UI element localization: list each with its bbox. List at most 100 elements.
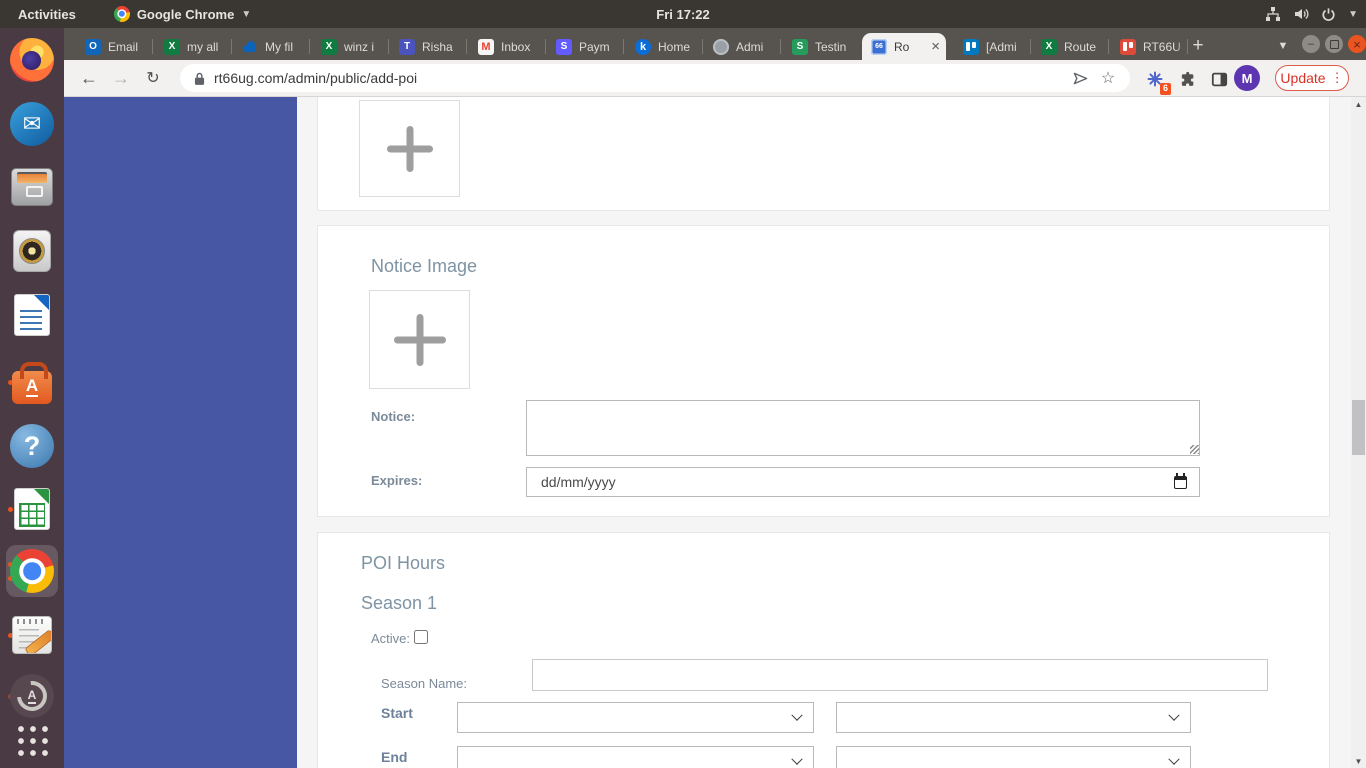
season-name-label: Season Name: — [381, 676, 467, 691]
notice-image-upload-box[interactable] — [369, 290, 470, 389]
notice-label: Notice: — [371, 409, 416, 424]
tab-label: Home — [658, 39, 691, 54]
scrollbar-thumb[interactable] — [1352, 400, 1365, 455]
chrome-update-button[interactable]: Update ⋮ — [1275, 65, 1349, 91]
tab-label: Paym — [579, 39, 610, 54]
tab-home[interactable]: Home — [626, 33, 703, 60]
notice-image-card: Notice Image Notice: Expires: — [317, 225, 1330, 517]
window-close-button[interactable]: × — [1348, 35, 1366, 53]
tab-search-chevron-icon[interactable]: ▼ — [1270, 33, 1296, 59]
rhythmbox-icon — [13, 230, 51, 272]
excel-icon — [1041, 38, 1057, 55]
section-title: Notice Image — [371, 256, 478, 276]
tab-route[interactable]: Route — [1032, 33, 1109, 60]
tab-inbox[interactable]: Inbox — [469, 33, 546, 60]
image-upload-box[interactable] — [359, 100, 460, 197]
web-page: Notice Image Notice: Expires: POI Hours … — [64, 97, 1366, 768]
dock-item-chrome[interactable] — [6, 545, 58, 597]
dock-item-files[interactable] — [6, 161, 58, 213]
power-icon — [1322, 7, 1335, 21]
tab-rt66[interactable]: RT66U — [1111, 33, 1188, 60]
scroll-up-arrow-icon[interactable]: ▲ — [1351, 97, 1366, 111]
section-title: POI Hours — [361, 553, 446, 573]
extension-icon[interactable]: 6 — [1142, 66, 1171, 95]
start-day-select[interactable] — [836, 702, 1191, 733]
app-menu-label: Google Chrome — [136, 6, 235, 22]
window-maximize-button[interactable] — [1325, 35, 1343, 53]
bookmark-star-icon[interactable]: ☆ — [1094, 68, 1122, 88]
tab-label: winz i — [344, 39, 375, 54]
software-updater-icon — [10, 674, 54, 718]
send-to-device-icon[interactable] — [1066, 71, 1094, 86]
active-checkbox[interactable] — [414, 630, 428, 644]
notice-textarea[interactable] — [526, 400, 1200, 456]
dock-item-libreoffice-calc[interactable] — [6, 483, 58, 535]
gmail-icon — [478, 38, 494, 55]
dock-item-libreoffice-writer[interactable] — [6, 289, 58, 341]
back-button[interactable]: ← — [74, 60, 104, 96]
app-menu[interactable]: Google Chrome ▼ — [113, 6, 251, 22]
expires-date-field[interactable] — [526, 467, 1200, 497]
scroll-down-arrow-icon[interactable]: ▼ — [1351, 754, 1366, 768]
tab-paym[interactable]: Paym — [547, 33, 624, 60]
lock-icon[interactable] — [194, 71, 205, 86]
season-name-input[interactable] — [532, 659, 1268, 691]
thunderbird-icon — [10, 102, 54, 146]
tab-label: Risha — [422, 39, 453, 54]
tab-email[interactable]: Email — [76, 33, 153, 60]
forward-button[interactable]: → — [106, 60, 136, 96]
side-panel-icon[interactable] — [1206, 66, 1232, 92]
expires-date-input[interactable] — [527, 468, 1174, 496]
tab-my-fil[interactable]: My fil — [233, 33, 310, 60]
address-bar[interactable]: rt66ug.com/admin/public/add-poi ☆ — [180, 64, 1130, 92]
chevron-down-icon — [791, 753, 803, 765]
resize-grip-icon[interactable] — [1190, 445, 1199, 454]
tab-admin[interactable]: Admi — [704, 33, 781, 60]
tab-winz[interactable]: winz i — [312, 33, 389, 60]
activities-button[interactable]: Activities — [10, 7, 84, 22]
end-month-select[interactable] — [457, 746, 814, 768]
window-minimize-button[interactable]: – — [1302, 35, 1320, 53]
start-month-select[interactable] — [457, 702, 814, 733]
trello-blue-icon — [963, 38, 979, 55]
page-scrollbar[interactable]: ▲ ▼ — [1351, 97, 1366, 768]
calendar-icon[interactable] — [1174, 472, 1187, 489]
chrome-icon — [10, 549, 54, 593]
dock-item-notes[interactable] — [6, 609, 58, 661]
tab-label: my all — [187, 39, 219, 54]
dock-item-rhythmbox[interactable] — [6, 225, 58, 277]
volume-icon — [1295, 9, 1309, 19]
dock-item-help[interactable] — [6, 420, 58, 472]
route66-icon — [871, 38, 887, 55]
tab-testing[interactable]: Testin — [783, 33, 860, 60]
onedrive-icon — [242, 39, 258, 55]
url-text[interactable]: rt66ug.com/admin/public/add-poi — [214, 70, 1066, 86]
profile-avatar[interactable]: M — [1234, 65, 1260, 91]
tab-risha[interactable]: Risha — [390, 33, 467, 60]
dock-item-ubuntu-software[interactable] — [6, 356, 58, 408]
network-icon — [1266, 7, 1281, 21]
libreoffice-calc-icon — [14, 488, 50, 530]
dock-item-thunderbird[interactable] — [6, 98, 58, 150]
close-icon[interactable]: × — [931, 39, 940, 54]
help-icon — [10, 424, 54, 468]
clock[interactable]: Fri 17:22 — [656, 0, 709, 28]
end-day-select[interactable] — [836, 746, 1191, 768]
new-tab-button[interactable]: + — [1184, 33, 1212, 59]
reload-button[interactable]: ↻ — [138, 60, 168, 96]
tab-label: My fil — [265, 39, 293, 54]
end-label: End — [381, 749, 408, 765]
dock-item-firefox[interactable] — [6, 34, 58, 86]
dock — [0, 28, 64, 768]
tab-route66-active[interactable]: Ro × — [862, 33, 946, 60]
kebab-menu-icon: ⋮ — [1330, 70, 1344, 85]
system-tray[interactable]: ▼ — [1265, 0, 1358, 28]
tab-label: RT66U — [1143, 39, 1181, 54]
dock-item-app-grid[interactable] — [6, 714, 58, 766]
top-bar: Activities Google Chrome ▼ Fri 17:22 ▼ — [0, 0, 1366, 28]
trello-red-icon — [1120, 38, 1136, 55]
tab-my-all[interactable]: my all — [155, 33, 232, 60]
chevron-down-icon — [1168, 709, 1180, 721]
tab-admin-bracket[interactable]: [Admi — [954, 33, 1031, 60]
extensions-puzzle-icon[interactable] — [1174, 66, 1200, 92]
